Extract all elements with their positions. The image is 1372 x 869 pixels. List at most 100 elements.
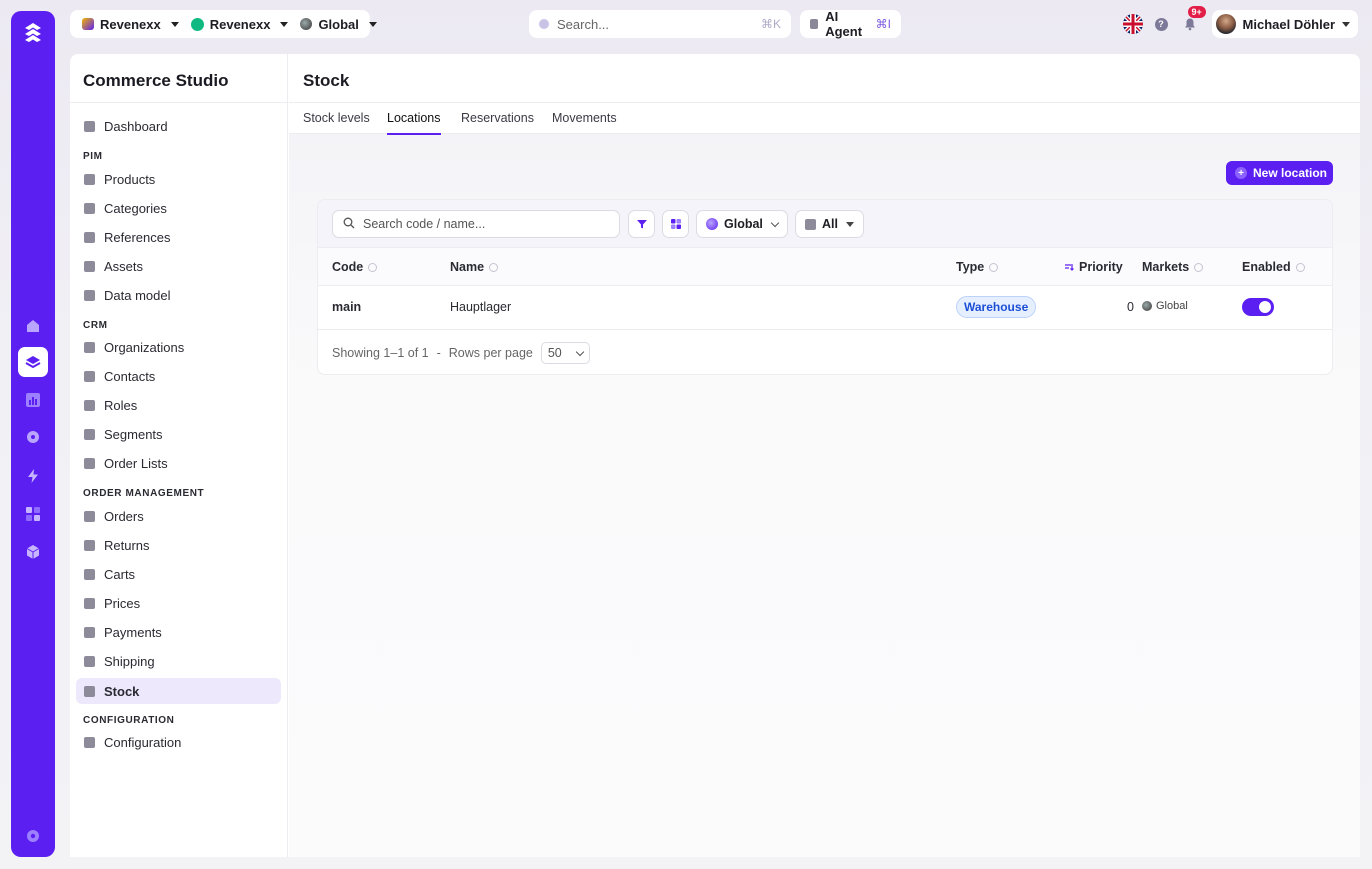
- table-header: Code Name Type Priority Markets Enabled: [318, 248, 1332, 286]
- columns-button[interactable]: [662, 210, 689, 238]
- sidebar-section-label: CONFIGURATION: [83, 715, 175, 726]
- sidebar-item-label: Payments: [104, 624, 162, 640]
- sidebar-item-shipping[interactable]: Shipping: [76, 648, 281, 674]
- roles-icon: [84, 399, 95, 411]
- sidebar-item-configuration[interactable]: Configuration: [76, 729, 281, 755]
- app-logo-icon[interactable]: [19, 19, 47, 47]
- sidebar-section-label: ORDER MANAGEMENT: [83, 488, 205, 499]
- scope-dropdown[interactable]: Global: [294, 10, 382, 38]
- content-area: Stock Stock levels Locations Reservation…: [289, 54, 1360, 857]
- search-icon: [343, 217, 355, 232]
- sidebar-item-categories[interactable]: Categories: [76, 195, 281, 221]
- sidebar-item-prices[interactable]: Prices: [76, 590, 281, 616]
- globe-icon: [1142, 301, 1152, 311]
- location-pin-icon[interactable]: [18, 423, 48, 453]
- sort-icon: [368, 262, 378, 272]
- column-header-type[interactable]: Type: [956, 260, 999, 274]
- revenexx-logo-icon: [82, 18, 94, 30]
- uk-flag-icon[interactable]: [1122, 14, 1143, 34]
- help-icon[interactable]: ?: [1154, 17, 1168, 31]
- globe-icon: [300, 18, 313, 30]
- org-switcher: Revenexx Revenexx Global: [70, 10, 377, 38]
- caret-down-icon: [280, 21, 289, 27]
- cell-code: main: [332, 300, 362, 314]
- table-search[interactable]: [332, 210, 620, 238]
- apps-grid-icon[interactable]: [18, 499, 48, 529]
- sidebar-item-assets[interactable]: Assets: [76, 253, 281, 279]
- column-header-code[interactable]: Code: [332, 260, 378, 274]
- tab-stock-levels[interactable]: Stock levels: [303, 111, 370, 135]
- column-header-name[interactable]: Name: [450, 260, 499, 274]
- chevron-down-icon: [770, 218, 780, 227]
- table-toolbar: Global All: [318, 200, 1332, 248]
- page-title: Stock: [303, 71, 350, 90]
- cube-icon[interactable]: [18, 537, 48, 567]
- sidebar-item-dashboard[interactable]: Dashboard: [76, 113, 281, 139]
- columns-grid-icon: [670, 219, 681, 229]
- ai-agent-button[interactable]: AI Agent ⌘I: [800, 9, 901, 39]
- enabled-toggle[interactable]: [1242, 298, 1274, 316]
- org-dropdown-1[interactable]: Revenexx: [76, 10, 185, 38]
- analytics-icon[interactable]: [18, 385, 48, 415]
- sidebar-item-label: Carts: [104, 566, 136, 582]
- scope-filter-label: Global: [724, 217, 763, 231]
- categories-icon: [84, 202, 95, 214]
- table-search-input[interactable]: [363, 217, 603, 231]
- user-name: Michael Döhler: [1242, 16, 1335, 32]
- rows-per-page-select[interactable]: 50: [540, 342, 590, 364]
- settings-gear-icon[interactable]: [18, 821, 48, 851]
- sidebar-item-label: Segments: [104, 426, 163, 442]
- sidebar-item-stock[interactable]: Stock: [76, 678, 281, 704]
- divider: [70, 102, 288, 103]
- shipping-icon: [84, 655, 95, 667]
- ai-agent-icon: [810, 19, 819, 29]
- main-panel: Commerce Studio Dashboard PIM Products Cate…: [70, 54, 1360, 857]
- returns-icon: [84, 539, 95, 551]
- column-header-priority[interactable]: Priority: [1064, 260, 1123, 274]
- sidebar-item-label: Order Lists: [104, 455, 168, 471]
- notifications-bell-icon[interactable]: 9+: [1180, 6, 1206, 34]
- commerce-layers-icon[interactable]: [18, 347, 48, 377]
- cell-name: Hauptlager: [450, 300, 512, 314]
- sidebar-item-references[interactable]: References: [76, 224, 281, 250]
- global-search[interactable]: Search... ⌘K: [529, 10, 791, 38]
- scope-filter-dropdown[interactable]: Global: [696, 210, 788, 238]
- sidebar-item-carts[interactable]: Carts: [76, 561, 281, 587]
- tab-locations[interactable]: Locations: [387, 111, 441, 135]
- type-filter-dropdown[interactable]: All: [795, 210, 864, 238]
- stock-icon: [84, 685, 95, 697]
- dashboard-icon: [84, 120, 95, 132]
- org-dropdown-2[interactable]: Revenexx: [185, 10, 295, 38]
- sidebar-item-label: Prices: [104, 595, 141, 611]
- sidebar-item-label: Assets: [104, 258, 144, 274]
- market-label: Global: [1156, 300, 1188, 312]
- sidebar-item-contacts[interactable]: Contacts: [76, 363, 281, 389]
- cell-priority: 0: [1127, 300, 1134, 314]
- sidebar-item-products[interactable]: Products: [76, 166, 281, 192]
- filter-funnel-icon: [636, 220, 647, 229]
- sidebar-item-segments[interactable]: Segments: [76, 421, 281, 447]
- column-header-markets[interactable]: Markets: [1142, 260, 1204, 274]
- sidebar-item-roles[interactable]: Roles: [76, 392, 281, 418]
- sort-icon: [989, 262, 999, 272]
- tab-reservations[interactable]: Reservations: [461, 111, 534, 135]
- lightning-icon[interactable]: [18, 461, 48, 491]
- user-menu[interactable]: Michael Döhler: [1211, 10, 1358, 38]
- filter-button[interactable]: [628, 210, 655, 238]
- sidebar-item-organizations[interactable]: Organizations: [76, 334, 281, 360]
- sidebar-item-payments[interactable]: Payments: [76, 619, 281, 645]
- sidebar-item-data-model[interactable]: Data model: [76, 282, 281, 308]
- search-shortcut: ⌘K: [760, 17, 781, 31]
- tab-movements[interactable]: Movements: [552, 111, 617, 135]
- sidebar-item-label: Stock: [104, 683, 140, 699]
- column-header-enabled[interactable]: Enabled: [1242, 260, 1305, 274]
- global-search-placeholder: Search...: [557, 16, 610, 32]
- sidebar-item-order-lists[interactable]: Order Lists: [76, 450, 281, 476]
- sidebar-item-returns[interactable]: Returns: [76, 532, 281, 558]
- caret-down-icon: [368, 21, 377, 27]
- table-row[interactable]: main Hauptlager Warehouse 0 Global: [318, 286, 1332, 330]
- new-location-button[interactable]: + New location: [1226, 161, 1333, 185]
- sidebar-item-orders[interactable]: Orders: [76, 503, 281, 529]
- references-icon: [84, 231, 95, 243]
- home-icon[interactable]: [18, 311, 48, 341]
